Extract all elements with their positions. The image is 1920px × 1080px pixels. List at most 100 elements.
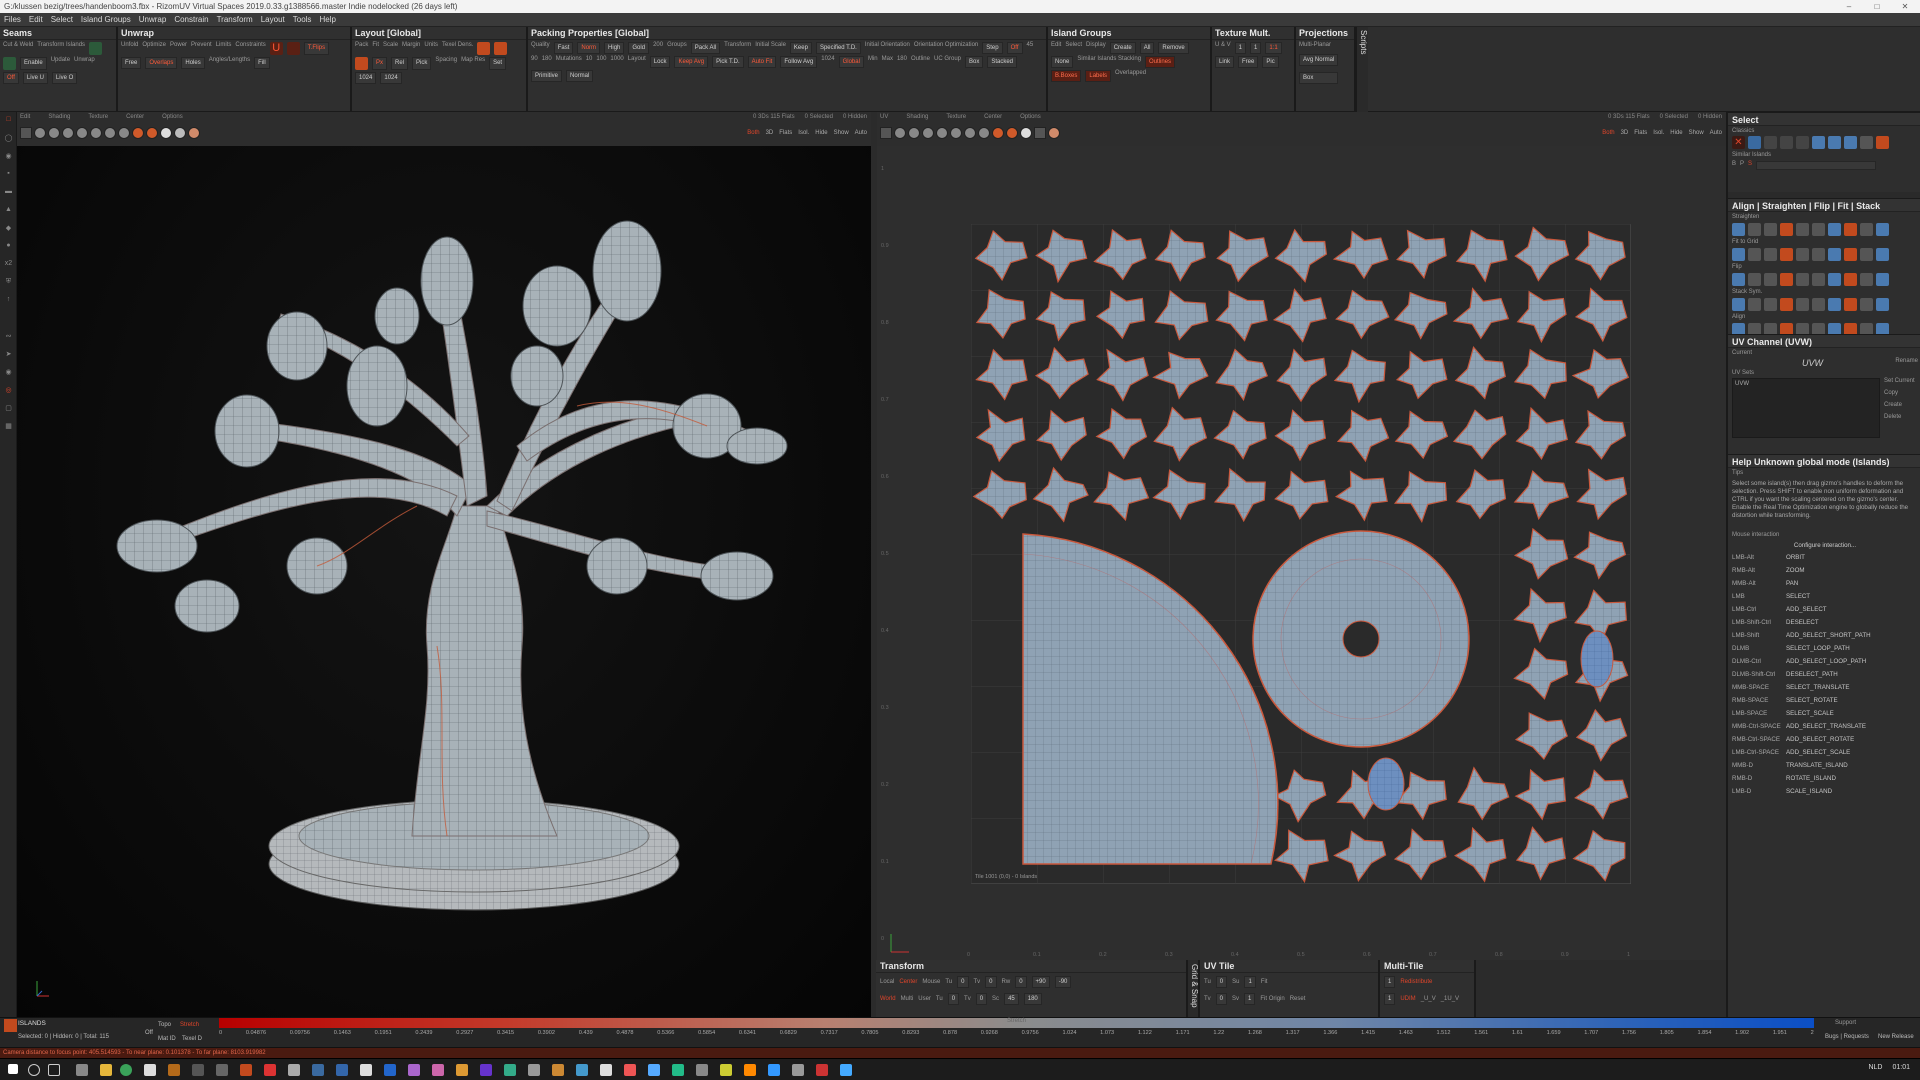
- similarity-slider[interactable]: [1756, 161, 1877, 170]
- align-tool-icon[interactable]: [1748, 273, 1761, 286]
- mode-isol[interactable]: Isol.: [798, 130, 809, 136]
- align-tool-icon[interactable]: [1780, 223, 1793, 236]
- packing-option[interactable]: Off: [1006, 42, 1023, 54]
- polygon-tool-icon[interactable]: ▲: [3, 206, 14, 216]
- map-res-input-2[interactable]: 1024: [380, 72, 402, 84]
- vp3d-menu-center[interactable]: Center: [126, 114, 144, 120]
- align-tool-icon[interactable]: [1732, 248, 1745, 261]
- camera-icon[interactable]: [174, 127, 186, 139]
- dot-sphere-icon[interactable]: [118, 127, 130, 139]
- grid-icon[interactable]: ▦: [3, 422, 14, 432]
- rel-button[interactable]: Rel: [391, 57, 409, 70]
- packing-option[interactable]: Global: [838, 56, 864, 68]
- packing-option[interactable]: Primitive: [531, 70, 563, 82]
- app-icon[interactable]: [264, 1064, 276, 1076]
- vpuv-menu-options[interactable]: Options: [1020, 114, 1041, 120]
- configure-interaction-button[interactable]: Configure interaction...: [1728, 540, 1920, 551]
- field-label[interactable]: _U_V: [1421, 996, 1436, 1002]
- light-icon[interactable]: [160, 127, 172, 139]
- weld-icon[interactable]: [3, 57, 16, 70]
- app-icon[interactable]: [288, 1064, 300, 1076]
- app-icon[interactable]: [840, 1064, 852, 1076]
- app-icon[interactable]: [744, 1064, 756, 1076]
- packing-option[interactable]: Specified T.D.: [815, 42, 861, 54]
- app-icon[interactable]: [336, 1064, 348, 1076]
- app-icon[interactable]: [696, 1064, 708, 1076]
- menu-tools[interactable]: Tools: [289, 13, 316, 26]
- align-tool-icon[interactable]: [1860, 223, 1873, 236]
- texture-mult-option[interactable]: 1: [1234, 42, 1247, 54]
- grid-sphere-icon[interactable]: [922, 127, 934, 139]
- mode-both[interactable]: Both: [1602, 130, 1614, 136]
- field-label[interactable]: User: [918, 996, 931, 1002]
- live-o-button[interactable]: Live O: [51, 72, 78, 84]
- tflips-button[interactable]: T.Flips: [303, 42, 330, 55]
- app-icon[interactable]: [672, 1064, 684, 1076]
- app-icon[interactable]: [816, 1064, 828, 1076]
- pick-button[interactable]: Pick: [412, 57, 432, 70]
- app-icon[interactable]: [408, 1064, 420, 1076]
- packing-option[interactable]: High: [604, 42, 625, 54]
- align-tool-icon[interactable]: [1812, 298, 1825, 311]
- align-tool-icon[interactable]: [1828, 248, 1841, 261]
- shrink-icon[interactable]: [1796, 136, 1809, 149]
- texture-mult-option[interactable]: Link: [1215, 56, 1235, 68]
- vpuv-menu-shading[interactable]: Shading: [906, 114, 928, 120]
- align-tool-icon[interactable]: [1764, 223, 1777, 236]
- numeric-field[interactable]: 1: [1244, 976, 1256, 988]
- enable-button[interactable]: Enable: [20, 57, 47, 70]
- dot-sphere-icon[interactable]: [978, 127, 990, 139]
- language-indicator[interactable]: NLD: [1868, 1064, 1882, 1071]
- packing-option[interactable]: Fast: [553, 42, 574, 54]
- align-tool-icon[interactable]: [1844, 248, 1857, 261]
- app-icon[interactable]: [792, 1064, 804, 1076]
- off-label[interactable]: Off: [145, 1030, 153, 1036]
- align-tool-icon[interactable]: [1812, 248, 1825, 261]
- maximize-icon[interactable]: □: [1866, 0, 1888, 13]
- menu-island-groups[interactable]: Island Groups: [77, 13, 135, 26]
- windows-start-icon[interactable]: [8, 1064, 18, 1074]
- menu-transform[interactable]: Transform: [213, 13, 257, 26]
- rizomuv-icon[interactable]: [240, 1064, 252, 1076]
- shading-sphere-icon[interactable]: [894, 127, 906, 139]
- field-label[interactable]: Rw: [1002, 979, 1011, 985]
- settings-icon[interactable]: [76, 1064, 88, 1076]
- packing-option[interactable]: Norm: [577, 42, 601, 54]
- viewport-uv[interactable]: 1 0.9 0.8 0.7 0.6 0.5 0.4 0.3 0.2 0.1 0 0 0.1 0.2 0.3…: [877, 146, 1726, 960]
- app-icon[interactable]: [360, 1064, 372, 1076]
- texture-mult-option[interactable]: Pic: [1262, 56, 1279, 68]
- align-tool-icon[interactable]: [1796, 223, 1809, 236]
- grow-icon[interactable]: [1780, 136, 1793, 149]
- light-icon[interactable]: [1020, 127, 1032, 139]
- align-tool-icon[interactable]: [1780, 248, 1793, 261]
- align-tool-icon[interactable]: [1844, 298, 1857, 311]
- packing-option[interactable]: Auto Fit: [747, 56, 777, 68]
- field-label[interactable]: Tu: [1204, 979, 1211, 985]
- rename-button[interactable]: Rename: [1895, 358, 1918, 368]
- options-sphere-icon[interactable]: [1048, 127, 1060, 139]
- align-tool-icon[interactable]: [1780, 298, 1793, 311]
- field-label[interactable]: Tv: [1204, 996, 1211, 1002]
- align-tool-icon[interactable]: [1780, 273, 1793, 286]
- globe-icon[interactable]: ◉: [3, 368, 14, 378]
- new-release-link[interactable]: New Release: [1878, 1034, 1914, 1040]
- align-tool-icon[interactable]: [1876, 248, 1889, 261]
- app-icon[interactable]: [600, 1064, 612, 1076]
- field-label[interactable]: Fit: [1261, 979, 1268, 985]
- task-view-icon[interactable]: [48, 1064, 60, 1076]
- invert-icon[interactable]: [1764, 136, 1777, 149]
- vertex-tool-icon[interactable]: ▪: [3, 170, 14, 180]
- area-icon[interactable]: ▢: [3, 404, 14, 414]
- align-tool-icon[interactable]: [1828, 273, 1841, 286]
- menu-edit[interactable]: Edit: [25, 13, 47, 26]
- bugs-requests-link[interactable]: Bugs | Requests: [1825, 1034, 1869, 1040]
- app-icon[interactable]: [456, 1064, 468, 1076]
- align-tool-icon[interactable]: [1844, 223, 1857, 236]
- align-tool-icon[interactable]: [1748, 248, 1761, 261]
- cut-icon[interactable]: [89, 42, 103, 55]
- chrome-icon[interactable]: [120, 1064, 132, 1076]
- island-group-option[interactable]: Labels: [1085, 70, 1112, 82]
- uv-set-item[interactable]: UVW: [1735, 381, 1749, 387]
- texture-mult-option[interactable]: Free: [1238, 56, 1259, 68]
- align-tool-icon[interactable]: [1764, 248, 1777, 261]
